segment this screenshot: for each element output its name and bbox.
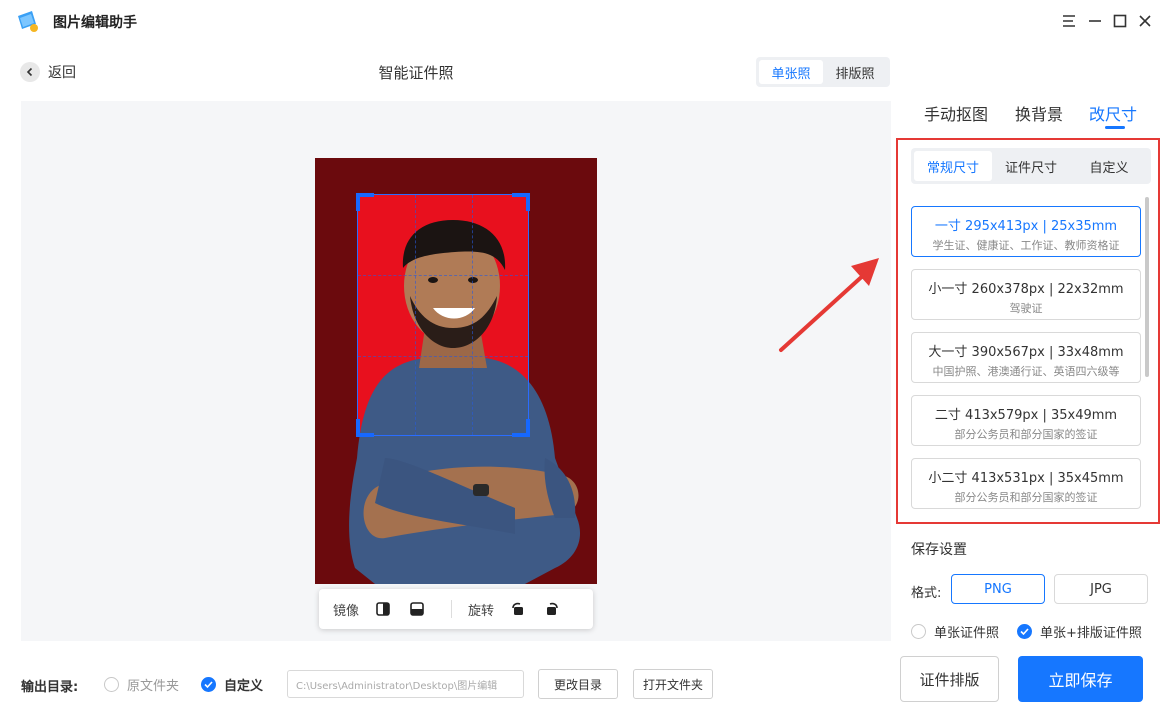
back-label: 返回 [48,65,76,81]
size-option-name: 一寸 295x413px | 25x35mm [934,219,1118,234]
tab-change-background[interactable]: 换背景 [1015,101,1063,125]
app-title: 图片编辑助手 [53,15,137,31]
subtab-id-size[interactable]: 证件尺寸 [992,151,1070,181]
size-list-scrollbar[interactable] [1145,197,1149,377]
output-custom-radio[interactable]: 自定义 [201,675,263,694]
output-single-and-layout-radio[interactable]: 单张+排版证件照 [1017,622,1142,641]
mode-toggle: 单张照 排版照 [756,57,890,87]
app-logo-icon [14,8,40,34]
save-now-button[interactable]: 立即保存 [1018,656,1143,702]
rotate-left-icon[interactable] [508,599,528,619]
format-label: 格式: [911,586,942,601]
radio-unchecked-icon [911,624,926,639]
mirror-horizontal-icon[interactable] [373,599,393,619]
close-icon[interactable] [1134,10,1156,32]
mirror-label: 镜像 [333,603,360,619]
size-option-name: 小二寸 413x531px | 35x45mm [928,471,1124,486]
radio-unchecked-icon [104,677,119,692]
mirror-vertical-icon[interactable] [407,599,427,619]
crop-handle-top-right[interactable] [512,193,530,211]
output-original-folder-label: 原文件夹 [127,679,180,694]
photo-toolbar: 镜像 旋转 [319,589,593,629]
size-option[interactable]: 大一寸 390x567px | 33x48mm 中国护照、港澳通行证、英语四六级… [911,332,1141,383]
id-photo-layout-button[interactable]: 证件排版 [900,656,999,702]
size-option-desc: 驾驶证 [1009,302,1043,315]
output-dir-label: 输出目录: [21,680,79,695]
radio-checked-icon [1017,624,1032,639]
size-option-name: 二寸 413x579px | 35x49mm [934,408,1118,423]
size-option-name: 小一寸 260x378px | 22x32mm [928,282,1124,297]
subtab-custom[interactable]: 自定义 [1070,151,1148,181]
size-subtabs: 常规尺寸 证件尺寸 自定义 [911,148,1151,184]
title-bar [0,0,1170,44]
size-option[interactable]: 小一寸 260x378px | 22x32mm 驾驶证 [911,269,1141,320]
size-option-desc: 学生证、健康证、工作证、教师资格证 [932,239,1120,252]
mode-layout-photo-button[interactable]: 排版照 [823,60,887,84]
back-button[interactable]: 返回 [20,62,76,82]
rotate-right-icon[interactable] [542,599,562,619]
tab-resize[interactable]: 改尺寸 [1089,101,1137,125]
rotate-label: 旋转 [468,603,495,619]
tab-manual-cutout[interactable]: 手动抠图 [924,101,988,125]
output-custom-label: 自定义 [224,679,264,694]
crop-frame[interactable] [356,193,530,437]
mode-single-photo-button[interactable]: 单张照 [759,60,823,84]
crop-handle-bottom-right[interactable] [512,419,530,437]
output-single-photo-label: 单张证件照 [934,626,1000,641]
subtab-standard-size[interactable]: 常规尺寸 [914,151,992,181]
chevron-left-icon [20,62,40,82]
maximize-icon[interactable] [1109,10,1131,32]
output-single-photo-radio[interactable]: 单张证件照 [911,622,999,641]
size-option[interactable]: 小二寸 413x531px | 35x45mm 部分公务员和部分国家的签证 [911,458,1141,509]
toolbar-divider [451,600,453,618]
size-option[interactable]: 一寸 295x413px | 25x35mm 学生证、健康证、工作证、教师资格证 [911,206,1141,257]
format-png-button[interactable]: PNG [951,574,1045,604]
active-tab-indicator [1105,126,1125,129]
format-jpg-button[interactable]: JPG [1054,574,1148,604]
size-option-desc: 部分公务员和部分国家的签证 [954,428,1098,441]
crop-handle-top-left[interactable] [356,193,374,211]
crop-handle-bottom-left[interactable] [356,419,374,437]
size-option[interactable]: 二寸 413x579px | 35x49mm 部分公务员和部分国家的签证 [911,395,1141,446]
size-option-desc: 中国护照、港澳通行证、英语四六级等 [932,365,1120,378]
save-settings-title: 保存设置 [911,542,967,558]
size-option-desc: 部分公务员和部分国家的签证 [954,491,1098,504]
output-single-and-layout-label: 单张+排版证件照 [1040,626,1142,641]
minimize-icon[interactable] [1084,10,1106,32]
menu-icon[interactable] [1058,10,1080,32]
output-path-input[interactable] [287,670,524,698]
size-option-name: 大一寸 390x567px | 33x48mm [928,345,1124,360]
open-folder-button[interactable]: 打开文件夹 [633,669,713,699]
change-directory-button[interactable]: 更改目录 [538,669,618,699]
output-original-folder-radio[interactable]: 原文件夹 [104,675,179,694]
radio-checked-icon [201,677,216,692]
page-title: 智能证件照 [378,64,454,82]
annotation-arrow-icon [779,258,879,352]
